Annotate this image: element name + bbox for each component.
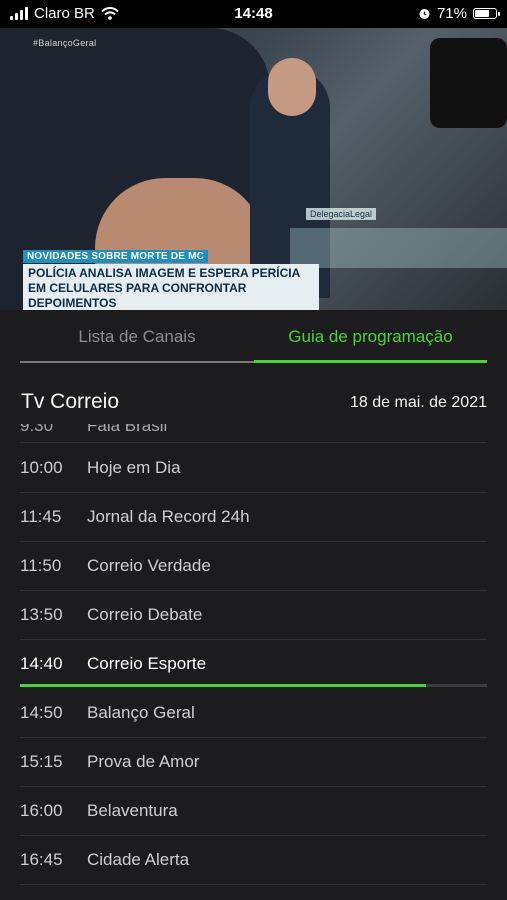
battery-percent: 71%: [436, 5, 467, 22]
program-time: 10:00: [20, 458, 63, 477]
program-title: Jornal da Record 24h: [87, 507, 250, 526]
video-sign: DelegaciaLegal: [306, 208, 377, 220]
program-title: Correio Verdade: [87, 556, 211, 575]
program-title: Balanço Geral: [87, 703, 195, 722]
program-time: 16:45: [20, 850, 63, 869]
list-item[interactable]: 15:15 Prova de Amor: [20, 737, 487, 787]
tab-bar: Lista de Canais Guia de programação: [20, 310, 487, 364]
video-player[interactable]: #BalançoGeral DelegaciaLegal NOVIDADES S…: [0, 28, 507, 310]
lower-third-headline: POLÍCIA ANALISA IMAGEM E ESPERA PERÍCIA …: [23, 264, 319, 310]
tab-program-guide-indicator: [254, 360, 487, 363]
news-lower-third: NOVIDADES SOBRE MORTE DE MC POLÍCIA ANAL…: [23, 246, 319, 310]
program-time: 14:50: [20, 703, 63, 722]
channel-header: Tv Correio 18 de mai. de 2021: [21, 390, 487, 420]
list-item[interactable]: 16:45 Cidade Alerta: [20, 835, 487, 885]
program-title: Fala Brasil: [87, 424, 168, 435]
program-schedule-list[interactable]: 9:30 Fala Brasil 10:00 Hoje em Dia 11:45…: [20, 424, 487, 900]
video-frame-glass: [290, 228, 507, 268]
program-time: 14:40: [20, 654, 63, 673]
program-title: Correio Debate: [87, 605, 203, 624]
list-item-current[interactable]: 14:40 Correio Esporte: [20, 639, 487, 688]
program-time: 15:15: [20, 752, 63, 771]
program-title: Prova de Amor: [87, 752, 200, 771]
program-title: Belaventura: [87, 801, 178, 820]
list-item[interactable]: 10:00 Hoje em Dia: [20, 443, 487, 493]
video-hashtag: #BalançoGeral: [33, 38, 97, 48]
program-title: Hoje em Dia: [87, 458, 181, 477]
guide-date: 18 de mai. de 2021: [350, 394, 487, 411]
list-item[interactable]: 11:50 Correio Verdade: [20, 541, 487, 591]
tab-channel-list-underline: [20, 361, 254, 363]
list-item[interactable]: 13:50 Correio Debate: [20, 590, 487, 640]
list-item[interactable]: 11:45 Jornal da Record 24h: [20, 492, 487, 542]
status-right-group: 71%: [418, 5, 500, 22]
battery-icon: [473, 8, 500, 19]
program-time: 16:00: [20, 801, 63, 820]
channel-name: Tv Correio: [21, 390, 120, 413]
status-bar: Claro BR 14:48 71%: [0, 0, 507, 28]
program-title: Correio Esporte: [87, 654, 207, 673]
current-program-progress: [20, 684, 487, 687]
tab-program-guide[interactable]: Guia de programação: [254, 310, 487, 364]
program-time: 11:50: [20, 556, 62, 575]
video-frame-head: [268, 58, 316, 116]
tab-channel-list[interactable]: Lista de Canais: [20, 310, 254, 364]
program-time: 13:50: [20, 605, 63, 624]
lower-third-tag: NOVIDADES SOBRE MORTE DE MC: [23, 250, 209, 263]
list-item[interactable]: 16:00 Belaventura: [20, 786, 487, 836]
program-title: Cidade Alerta: [87, 850, 190, 869]
program-time: 9:30: [20, 424, 54, 435]
alarm-icon: [419, 9, 430, 19]
program-time: 11:45: [20, 507, 62, 526]
list-item[interactable]: 14:50 Balanço Geral: [20, 688, 487, 738]
video-frame-camera: [430, 38, 507, 128]
list-item-partial[interactable]: 9:30 Fala Brasil: [20, 424, 487, 443]
current-program-progress-fill: [20, 684, 427, 687]
